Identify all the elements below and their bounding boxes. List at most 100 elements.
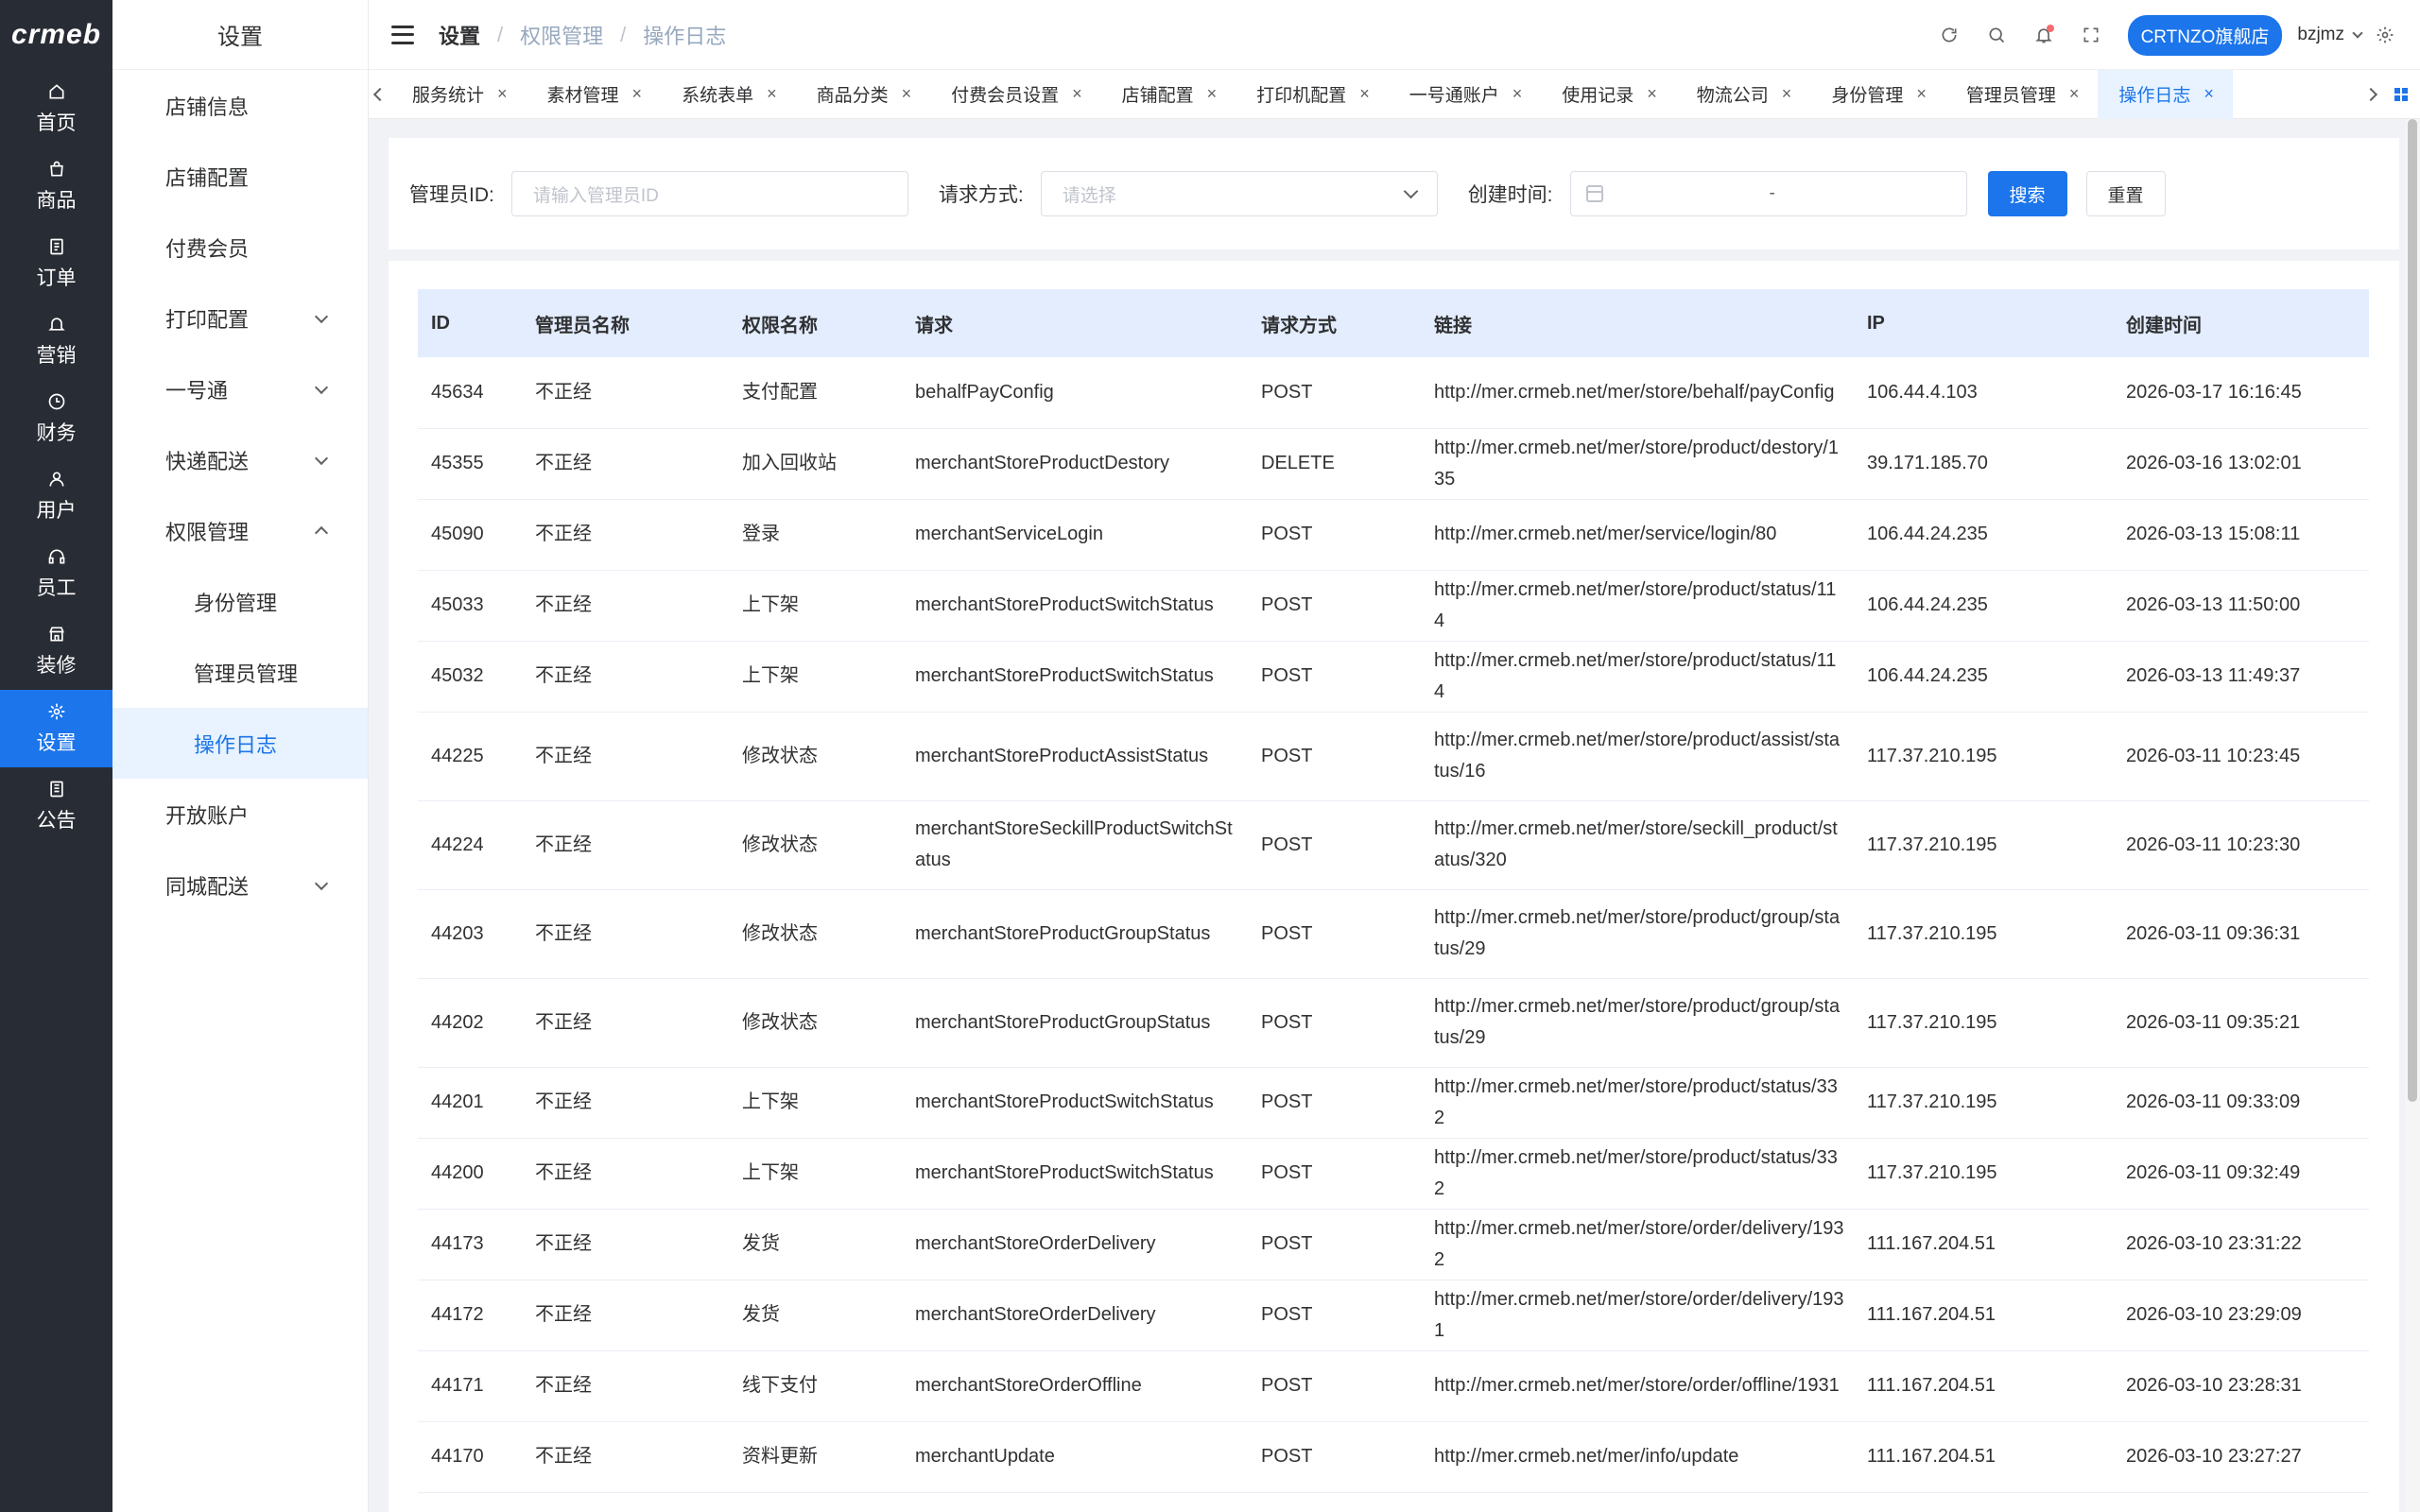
close-icon[interactable]: × — [767, 84, 777, 104]
page-tab[interactable]: 操作日志 × — [2098, 69, 2233, 119]
table-row[interactable]: 44171 不正经 线下支付 merchantStoreOrderOffline POS… — [418, 1350, 2369, 1422]
clock-icon — [46, 391, 67, 412]
crmeb-logo[interactable]: crmeb — [0, 0, 112, 70]
close-icon[interactable]: × — [1647, 84, 1657, 104]
submenu-item[interactable]: 店铺配置 — [112, 141, 368, 212]
tabs-prev-arrow-icon[interactable] — [369, 70, 391, 119]
submenu-item[interactable]: 付费会员 — [112, 212, 368, 283]
table-row[interactable]: 45033 不正经 上下架 merchantStoreProductSwitchSta… — [418, 570, 2369, 642]
submenu-item[interactable]: 开放账户 — [112, 779, 368, 850]
page-scrollbar[interactable] — [2405, 119, 2420, 1512]
table-row[interactable]: 44224 不正经 修改状态 merchantStoreSeckillProductS… — [418, 800, 2369, 890]
nav-item-gear[interactable]: 设置 — [0, 690, 112, 767]
page-tab[interactable]: 系统表单 × — [661, 70, 796, 119]
nav-item-home[interactable]: 首页 — [0, 70, 112, 147]
table-row[interactable]: 44225 不正经 修改状态 merchantStoreProductAssistSt… — [418, 712, 2369, 801]
submenu-item[interactable]: 打印配置 — [112, 283, 368, 353]
page-tab[interactable]: 素材管理 × — [527, 70, 662, 119]
scrollbar-thumb[interactable] — [2408, 119, 2417, 1102]
admin-id-input[interactable]: 请输入管理员ID — [510, 171, 908, 216]
table-cell: http://mer.crmeb.net/mer/store/product/g… — [1421, 978, 1854, 1068]
close-icon[interactable]: × — [497, 84, 508, 104]
page-tab[interactable]: 付费会员设置 × — [930, 70, 1101, 119]
reset-button[interactable]: 重置 — [2085, 171, 2166, 216]
table-cell: 登录 — [729, 499, 902, 571]
close-icon[interactable]: × — [1207, 84, 1218, 104]
search-button[interactable]: 搜索 — [1987, 171, 2067, 216]
close-icon[interactable]: × — [1359, 84, 1370, 104]
nav-item-label: 用户 — [36, 500, 77, 522]
submenu-item[interactable]: 一号通 — [112, 353, 368, 424]
table-row[interactable]: 44201 不正经 上下架 merchantStoreProductSwitchSta… — [418, 1067, 2369, 1139]
table-cell: 45032 — [418, 641, 522, 713]
table-row[interactable]: 44202 不正经 修改状态 merchantStoreProductGroupSta… — [418, 978, 2369, 1068]
search-icon[interactable] — [1984, 23, 2009, 47]
table-row[interactable]: 45032 不正经 上下架 merchantStoreProductSwitchSta… — [418, 641, 2369, 713]
submenu-item[interactable]: 同城配送 — [112, 850, 368, 920]
table-row[interactable]: 44203 不正经 修改状态 merchantStoreProductGroupSta… — [418, 889, 2369, 979]
page-tab[interactable]: 一号通账户 × — [1389, 70, 1542, 119]
page-tab[interactable]: 打印机配置 × — [1236, 70, 1389, 119]
table-row[interactable]: 44172 不正经 发货 merchantStoreOrderDelivery POST… — [418, 1280, 2369, 1351]
nav-item-shop[interactable]: 装修 — [0, 612, 112, 690]
tabs-next-arrow-icon[interactable] — [2360, 70, 2382, 119]
column-header: 管理员名称 — [535, 315, 630, 336]
close-icon[interactable]: × — [632, 84, 643, 104]
nav-item-bag[interactable]: 商品 — [0, 147, 112, 225]
table-row[interactable]: 44173 不正经 发货 merchantStoreOrderDelivery POST… — [418, 1209, 2369, 1280]
submenu-item[interactable]: 快递配送 — [112, 424, 368, 495]
close-icon[interactable]: × — [2069, 84, 2080, 104]
collapse-menu-icon[interactable] — [391, 25, 414, 44]
page-tab[interactable]: 店铺配置 × — [1101, 70, 1236, 119]
grid-menu-icon[interactable] — [2382, 70, 2420, 119]
nav-item-document[interactable]: 订单 — [0, 225, 112, 302]
breadcrumb-item: 操作日志 — [643, 24, 727, 48]
close-icon[interactable]: × — [1072, 84, 1082, 104]
close-icon[interactable]: × — [902, 84, 912, 104]
close-icon[interactable]: × — [2204, 84, 2214, 104]
table-cell: http://mer.crmeb.net/mer/store/seckill_p… — [1421, 800, 1854, 890]
submenu-item[interactable]: 管理员管理 — [112, 637, 368, 708]
nav-item-headset[interactable]: 员工 — [0, 535, 112, 612]
date-range-picker[interactable]: - — [1569, 171, 1967, 216]
submenu-item[interactable]: 操作日志 — [112, 708, 368, 779]
refresh-icon[interactable] — [1937, 23, 1962, 47]
table-cell: 117.37.210.195 — [1854, 1138, 2113, 1210]
user-name-label: bzjmz — [2297, 25, 2344, 44]
nav-item-bell[interactable]: 营销 — [0, 302, 112, 380]
notification-bell-icon[interactable] — [2031, 23, 2056, 47]
table-row[interactable]: 45090 不正经 登录 merchantServiceLogin POST http:/… — [418, 499, 2369, 571]
submenu-item[interactable]: 权限管理 — [112, 495, 368, 566]
close-icon[interactable]: × — [1916, 84, 1927, 104]
close-icon[interactable]: × — [1512, 84, 1523, 104]
store-switcher[interactable]: CRTNZO旗舰店 — [2127, 14, 2283, 56]
tab-label: 服务统计 — [412, 86, 485, 106]
table-row[interactable]: 45634 不正经 支付配置 behalfPayConfig POST http://me… — [418, 357, 2369, 429]
submenu-item[interactable]: 身份管理 — [112, 566, 368, 637]
page-tab[interactable]: 商品分类 × — [796, 70, 931, 119]
page-tab[interactable]: 物流公司 × — [1676, 70, 1811, 119]
nav-item-clock[interactable]: 财务 — [0, 380, 112, 457]
breadcrumb-item[interactable]: 权限管理 — [520, 20, 603, 50]
nav-item-user[interactable]: 用户 — [0, 457, 112, 535]
close-icon[interactable]: × — [1782, 84, 1792, 104]
settings-gear-icon[interactable] — [2373, 23, 2397, 47]
page-tab[interactable]: 管理员管理 × — [1945, 70, 2099, 119]
table-cell: POST — [1248, 641, 1421, 713]
nav-item-notice[interactable]: 公告 — [0, 767, 112, 845]
shop-icon — [46, 624, 67, 644]
request-method-select[interactable]: 请选择 — [1040, 171, 1438, 216]
page-tab[interactable]: 使用记录 × — [1541, 70, 1676, 119]
submenu-item[interactable]: 店铺信息 — [112, 70, 368, 141]
page-tab[interactable]: 服务统计 × — [391, 70, 527, 119]
fullscreen-icon[interactable] — [2079, 23, 2103, 47]
user-menu[interactable]: bzjmz — [2297, 25, 2363, 45]
table-row[interactable]: 44170 不正经 资料更新 merchantUpdate POST http://mer… — [418, 1421, 2369, 1493]
breadcrumb-item[interactable]: 设置 — [439, 20, 480, 50]
table-cell: 修改状态 — [729, 889, 902, 979]
table-row[interactable]: 45355 不正经 加入回收站 merchantStoreProductDestory… — [418, 428, 2369, 500]
page-tab[interactable]: 身份管理 × — [1810, 70, 1945, 119]
table-row[interactable]: 44200 不正经 上下架 merchantStoreProductSwitchSta… — [418, 1138, 2369, 1210]
chevron-down-icon — [314, 451, 329, 465]
table-cell: http://mer.crmeb.net/mer/store/product/s… — [1421, 1067, 1854, 1139]
